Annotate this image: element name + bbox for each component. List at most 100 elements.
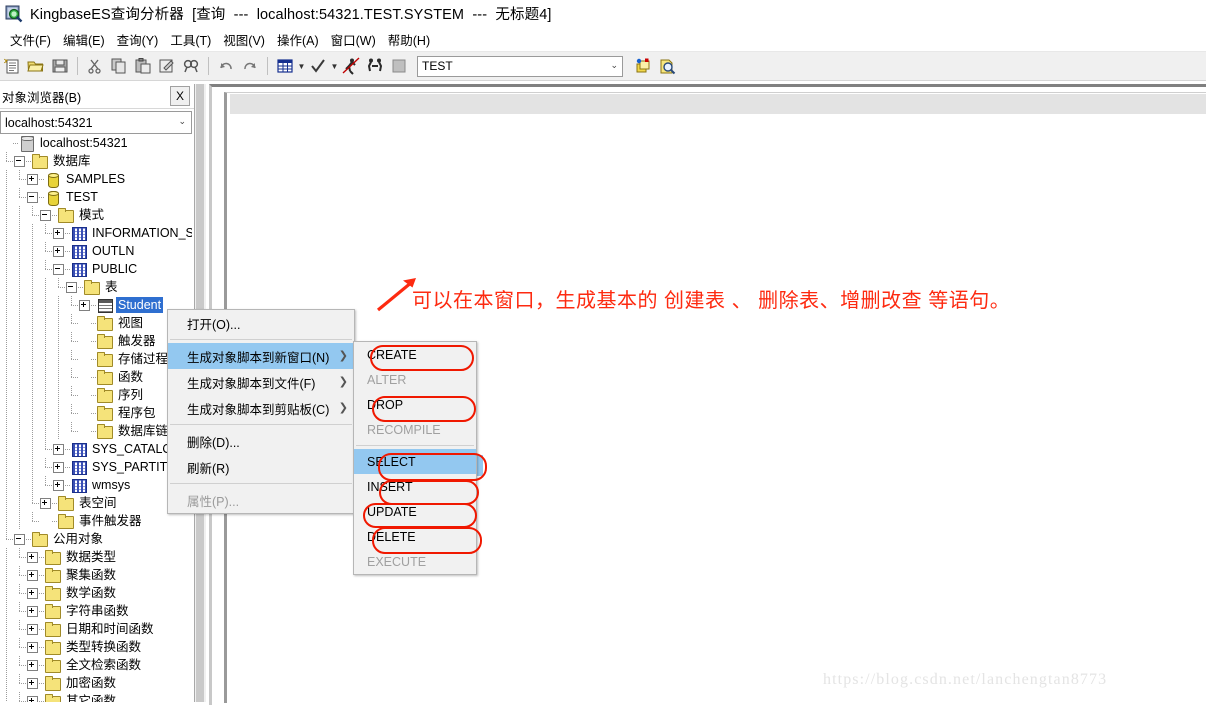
tree-expander-plus[interactable] [26, 566, 39, 584]
tree-expander-plus[interactable] [52, 440, 65, 458]
tree-item[interactable]: TEST [0, 188, 192, 206]
context-menu-item[interactable]: 刷新(R) [168, 454, 354, 480]
object-search-icon[interactable] [656, 55, 678, 77]
tree-expander-minus[interactable] [13, 530, 26, 548]
tree-item[interactable]: 函数 [0, 368, 192, 386]
tree-item[interactable]: 存储过程 [0, 350, 192, 368]
context-menu-item[interactable]: 删除(D)... [168, 428, 354, 454]
submenu-item[interactable]: DROP [354, 392, 476, 417]
context-menu[interactable]: 打开(O)... 生成对象脚本到新窗口(N) ❯ 生成对象脚本到文件(F) ❯ 生成对象脚… [167, 309, 355, 514]
cut-icon[interactable] [84, 55, 106, 77]
find-icon[interactable] [180, 55, 202, 77]
tree-expander-minus[interactable] [65, 278, 78, 296]
submenu-item[interactable]: INSERT [354, 474, 476, 499]
tree-expander-plus[interactable] [52, 476, 65, 494]
tree-item[interactable]: SAMPLES [0, 170, 192, 188]
menu-window[interactable]: 窗口(W) [325, 28, 382, 51]
tree-item[interactable]: 程序包 [0, 404, 192, 422]
tree-item[interactable]: 类型转换函数 [0, 638, 192, 656]
connection-selector[interactable]: localhost:54321 ⌄ [0, 111, 192, 134]
tree-item[interactable]: 全文检索函数 [0, 656, 192, 674]
menu-file[interactable]: 文件(F) [4, 28, 57, 51]
tree-item[interactable]: SYS_CATALOG [0, 440, 192, 458]
context-menu-item[interactable]: 生成对象脚本到剪贴板(C) ❯ [168, 395, 354, 421]
tree-expander-plus[interactable] [26, 656, 39, 674]
tree-item[interactable]: 表空间 [0, 494, 192, 512]
connection-combo[interactable]: TEST ⌄ [417, 55, 623, 77]
save-icon[interactable] [49, 55, 71, 77]
tree-expander-plus[interactable] [26, 170, 39, 188]
tree-item[interactable]: wmsys [0, 476, 192, 494]
tree-item[interactable]: PUBLIC [0, 260, 192, 278]
submenu-item[interactable]: CREATE [354, 342, 476, 367]
tree-item[interactable]: 表 [0, 278, 192, 296]
menu-query[interactable]: 查询(Y) [111, 28, 165, 51]
tree-expander-plus[interactable] [26, 602, 39, 620]
stop-icon[interactable] [388, 55, 410, 77]
tree-expander-minus[interactable] [52, 260, 65, 278]
tree-expander-minus[interactable] [26, 188, 39, 206]
copy-icon[interactable] [108, 55, 130, 77]
execute-icon[interactable] [340, 55, 362, 77]
new-query-icon[interactable] [1, 55, 23, 77]
context-menu-item[interactable]: 打开(O)... [168, 310, 354, 336]
menu-view[interactable]: 视图(V) [217, 28, 271, 51]
tree-item[interactable]: localhost:54321 [0, 134, 192, 152]
tree-item[interactable]: 聚集函数 [0, 566, 192, 584]
tree-item[interactable]: SYS_PARTITION [0, 458, 192, 476]
tree-expander-plus[interactable] [26, 638, 39, 656]
tree-expander-plus[interactable] [26, 692, 39, 702]
grid-results-icon[interactable] [274, 55, 296, 77]
tree-expander-plus[interactable] [52, 224, 65, 242]
submenu-item[interactable]: SELECT [354, 449, 476, 474]
menu-help[interactable]: 帮助(H) [382, 28, 436, 51]
close-icon[interactable]: X [170, 86, 190, 106]
menu-action[interactable]: 操作(A) [271, 28, 325, 51]
tree-expander-plus[interactable] [26, 584, 39, 602]
tree-item[interactable]: 公用对象 [0, 530, 192, 548]
tree-item[interactable]: 其它函数 [0, 692, 192, 702]
tree-expander-plus[interactable] [52, 458, 65, 476]
context-menu-item[interactable]: 生成对象脚本到新窗口(N) ❯ [168, 343, 354, 369]
tree-expander-plus[interactable] [26, 548, 39, 566]
chevron-down-icon[interactable]: ⌄ [178, 116, 186, 127]
tree-item[interactable]: OUTLN [0, 242, 192, 260]
tree-item[interactable]: 加密函数 [0, 674, 192, 692]
tree-item[interactable]: 序列 [0, 386, 192, 404]
tree-item[interactable]: 事件触发器 [0, 512, 192, 530]
chevron-down-icon[interactable]: ⌄ [610, 60, 618, 71]
tree-expander-plus[interactable] [26, 620, 39, 638]
object-tree[interactable]: localhost:54321 数据库 SAMPLES TEST 模式 INFORMATI… [0, 134, 192, 702]
tree-expander-minus[interactable] [39, 206, 52, 224]
submenu-item[interactable]: DELETE [354, 524, 476, 549]
execute-step-icon[interactable] [364, 55, 386, 77]
paste-icon[interactable] [132, 55, 154, 77]
check-syntax-dropdown-icon[interactable]: ▼ [330, 55, 339, 77]
grid-results-dropdown-icon[interactable]: ▼ [297, 55, 306, 77]
tree-item[interactable]: 数据类型 [0, 548, 192, 566]
open-file-icon[interactable] [25, 55, 47, 77]
tree-expander-plus[interactable] [39, 494, 52, 512]
undo-icon[interactable] [215, 55, 237, 77]
tree-expander-plus[interactable] [78, 296, 91, 314]
tree-expander-plus[interactable] [52, 242, 65, 260]
clear-icon[interactable] [156, 55, 178, 77]
tree-item[interactable]: 日期和时间函数 [0, 620, 192, 638]
tree-item[interactable]: INFORMATION_SC [0, 224, 192, 242]
tree-item[interactable]: 字符串函数 [0, 602, 192, 620]
tree-item[interactable]: 视图 [0, 314, 192, 332]
submenu-item[interactable]: UPDATE [354, 499, 476, 524]
object-browser-icon[interactable] [632, 55, 654, 77]
redo-icon[interactable] [239, 55, 261, 77]
tree-item[interactable]: 数学函数 [0, 584, 192, 602]
tree-item[interactable]: 触发器 [0, 332, 192, 350]
menu-edit[interactable]: 编辑(E) [57, 28, 111, 51]
tree-item[interactable]: 数据库 [0, 152, 192, 170]
tree-item[interactable]: Student [0, 296, 192, 314]
context-submenu-new-window[interactable]: CREATE ALTER DROP RECOMPILE SELECT INSERT UPDA… [353, 341, 477, 575]
tree-expander-plus[interactable] [26, 674, 39, 692]
tree-item[interactable]: 模式 [0, 206, 192, 224]
tree-item[interactable]: 数据库链接 [0, 422, 192, 440]
tree-expander-minus[interactable] [13, 152, 26, 170]
context-menu-item[interactable]: 生成对象脚本到文件(F) ❯ [168, 369, 354, 395]
